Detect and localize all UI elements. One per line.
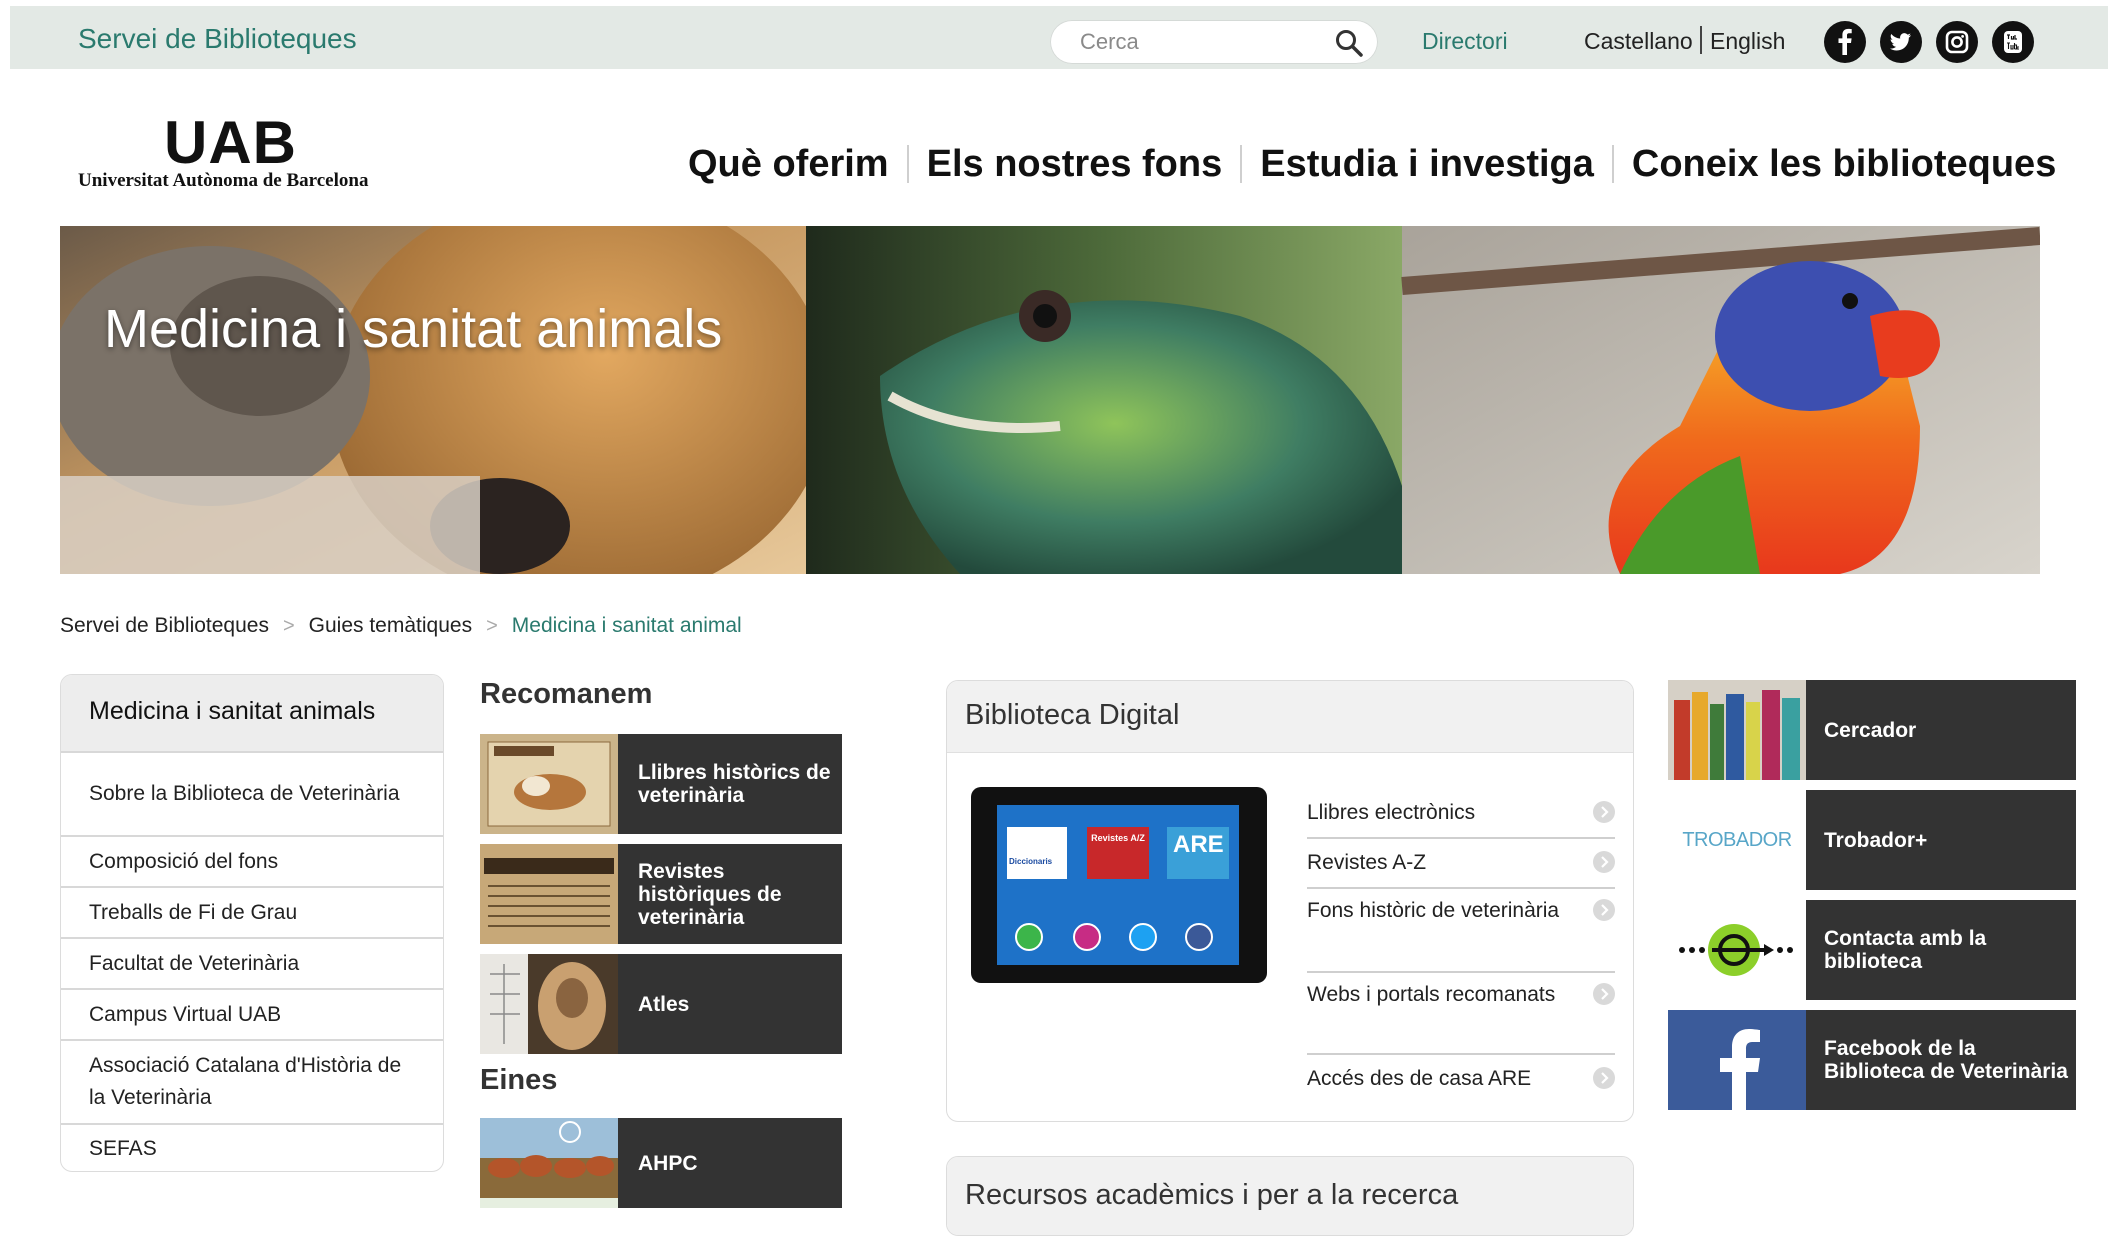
dl-link-label: Llibres electrònics — [1307, 800, 1476, 824]
tile-label: Llibres històrics de veterinària — [638, 761, 831, 807]
tablet-screen: Diccionaris Revistes A/Z ARE — [997, 805, 1239, 965]
sidebar: Medicina i sanitat animals Sobre la Bibl… — [60, 674, 444, 1172]
chevron-right-icon — [1593, 801, 1615, 823]
divider — [1307, 971, 1615, 973]
hero-banner: Medicina i sanitat animals — [60, 226, 2040, 574]
lang-separator — [1700, 26, 1702, 54]
tile-image-old-journal — [480, 844, 618, 944]
uab-logo[interactable]: UAB — [164, 108, 297, 177]
tile-label: Contacta amb la biblioteca — [1824, 927, 1987, 973]
nav-que-oferim[interactable]: Què oferim — [670, 143, 907, 186]
sidebar-item-facultat-veterinaria[interactable]: Facultat de Veterinària — [61, 937, 443, 988]
dl-link-acces-casa-are[interactable]: Accés des de casa ARE — [1307, 1061, 1615, 1095]
sidebar-item-campus-virtual[interactable]: Campus Virtual UAB — [61, 988, 443, 1039]
sidebar-item-associacio-catalana[interactable]: Associació Catalana d'Història de la Vet… — [61, 1039, 443, 1123]
uab-logo-text: Universitat Autònoma de Barcelona — [78, 170, 369, 191]
lang-castellano-link[interactable]: Castellano — [1584, 28, 1693, 55]
facebook-icon — [1668, 1010, 1806, 1110]
recursos-panel: Recursos acadèmics i per a la recerca — [946, 1156, 1634, 1236]
tile-trobador[interactable]: TROBADOR Trobador+ — [1668, 790, 2076, 890]
recomanem-title: Recomanem — [480, 678, 653, 710]
lang-english-link[interactable]: English — [1710, 28, 1785, 55]
dl-link-label: Accés des de casa ARE — [1307, 1066, 1532, 1090]
breadcrumb-current: Medicina i sanitat animal — [511, 614, 742, 637]
tile-contacta[interactable]: Contacta amb la biblioteca — [1668, 900, 2076, 1000]
trobador-logo-text: TROBADOR — [1682, 828, 1792, 851]
tile-label: Cercador — [1824, 718, 1917, 742]
eines-title: Eines — [480, 1064, 558, 1096]
sidebar-item-treballs-fi-grau[interactable]: Treballs de Fi de Grau — [61, 886, 443, 937]
site-title-link[interactable]: Servei de Biblioteques — [78, 23, 357, 55]
tile-label: Atles — [638, 992, 690, 1016]
dl-link-revistes-az[interactable]: Revistes A-Z — [1307, 845, 1615, 879]
twitter-icon — [1129, 923, 1157, 951]
dl-link-fons-historic[interactable]: Fons històric de veterinària — [1307, 895, 1615, 961]
youtube-icon[interactable] — [1992, 21, 2034, 63]
search-box — [1050, 20, 1378, 64]
top-bar: Servei de Biblioteques Directori Castell… — [10, 6, 2108, 69]
tile-image-anatomy-atlas — [480, 954, 618, 1054]
whatsapp-icon — [1015, 923, 1043, 951]
tile-facebook-biblioteca[interactable]: Facebook de la Biblioteca de Veterinària — [1668, 1010, 2076, 1110]
nav-els-nostres-fons[interactable]: Els nostres fons — [909, 143, 1241, 186]
trobador-logo: TROBADOR — [1668, 790, 1806, 890]
dl-link-llibres-electronics[interactable]: Llibres electrònics — [1307, 795, 1615, 829]
tile-label: Revistes històriques de veterinària — [638, 859, 782, 929]
chevron-right-icon — [1593, 899, 1615, 921]
recursos-title[interactable]: Recursos acadèmics i per a la recerca — [947, 1157, 1633, 1235]
dl-link-label: Revistes A-Z — [1307, 850, 1427, 874]
twitter-icon[interactable] — [1880, 21, 1922, 63]
sidebar-title: Medicina i sanitat animals — [61, 675, 443, 751]
hero-banner-image — [60, 226, 2040, 574]
tile-label: Trobador+ — [1824, 828, 1928, 852]
tile-llibres-historics[interactable]: Llibres històrics de veterinària — [480, 734, 842, 834]
app-diccionaris: Diccionaris — [1007, 827, 1067, 879]
nav-coneix-les-biblioteques[interactable]: Coneix les biblioteques — [1614, 143, 2074, 186]
sidebar-item-sefas[interactable]: SEFAS — [61, 1123, 443, 1171]
nav-estudia-i-investiga[interactable]: Estudia i investiga — [1242, 143, 1612, 186]
tile-cercador[interactable]: Cercador — [1668, 680, 2076, 780]
chevron-right-icon — [1593, 851, 1615, 873]
tile-image-books — [1668, 680, 1806, 780]
tile-image-cattle — [480, 1118, 618, 1208]
main-nav: Què oferim Els nostres fons Estudia i in… — [670, 140, 2074, 188]
breadcrumb: Servei de Biblioteques > Guies temàtique… — [60, 614, 742, 638]
biblioteca-digital-panel: Biblioteca Digital Diccionaris Revistes … — [946, 680, 1634, 1122]
search-icon[interactable] — [1334, 28, 1364, 58]
chevron-right-icon — [1593, 1067, 1615, 1089]
tablet-image[interactable]: Diccionaris Revistes A/Z ARE — [971, 787, 1267, 983]
banner-title: Medicina i sanitat animals — [104, 299, 723, 359]
dl-link-webs-portals[interactable]: Webs i portals recomanats — [1307, 979, 1615, 1045]
breadcrumb-separator: > — [486, 614, 498, 637]
dl-link-label: Fons històric de veterinària — [1307, 899, 1560, 922]
sidebar-item-composicio-fons[interactable]: Composició del fons — [61, 835, 443, 886]
tile-label: AHPC — [638, 1151, 698, 1175]
divider — [1307, 1053, 1615, 1055]
tile-revistes-historiques[interactable]: Revistes històriques de veterinària — [480, 844, 842, 944]
tile-label: Facebook de la Biblioteca de Veterinària — [1824, 1037, 2068, 1083]
tile-image-old-book — [480, 734, 618, 834]
chevron-right-icon — [1593, 983, 1615, 1005]
sidebar-item-sobre-biblioteca[interactable]: Sobre la Biblioteca de Veterinària — [61, 751, 443, 835]
dl-link-label: Webs i portals recomanats — [1307, 983, 1556, 1006]
tile-ahpc[interactable]: AHPC — [480, 1118, 842, 1208]
app-revistes: Revistes A/Z — [1087, 827, 1149, 879]
tile-atles[interactable]: Atles — [480, 954, 842, 1054]
instagram-icon[interactable] — [1936, 21, 1978, 63]
app-are: ARE — [1167, 827, 1229, 879]
divider — [1307, 887, 1615, 889]
breadcrumb-separator: > — [282, 614, 295, 637]
divider — [1307, 837, 1615, 839]
breadcrumb-servei-biblioteques[interactable]: Servei de Biblioteques — [60, 614, 269, 638]
facebook-icon[interactable] — [1824, 21, 1866, 63]
search-input[interactable] — [1078, 26, 1328, 58]
instagram-icon — [1073, 923, 1101, 951]
facebook-icon — [1185, 923, 1213, 951]
biblioteca-digital-title: Biblioteca Digital — [947, 681, 1633, 753]
breadcrumb-guies-tematiques[interactable]: Guies temàtiques — [309, 614, 472, 638]
directori-link[interactable]: Directori — [1422, 28, 1508, 55]
contact-icon — [1668, 900, 1806, 1000]
